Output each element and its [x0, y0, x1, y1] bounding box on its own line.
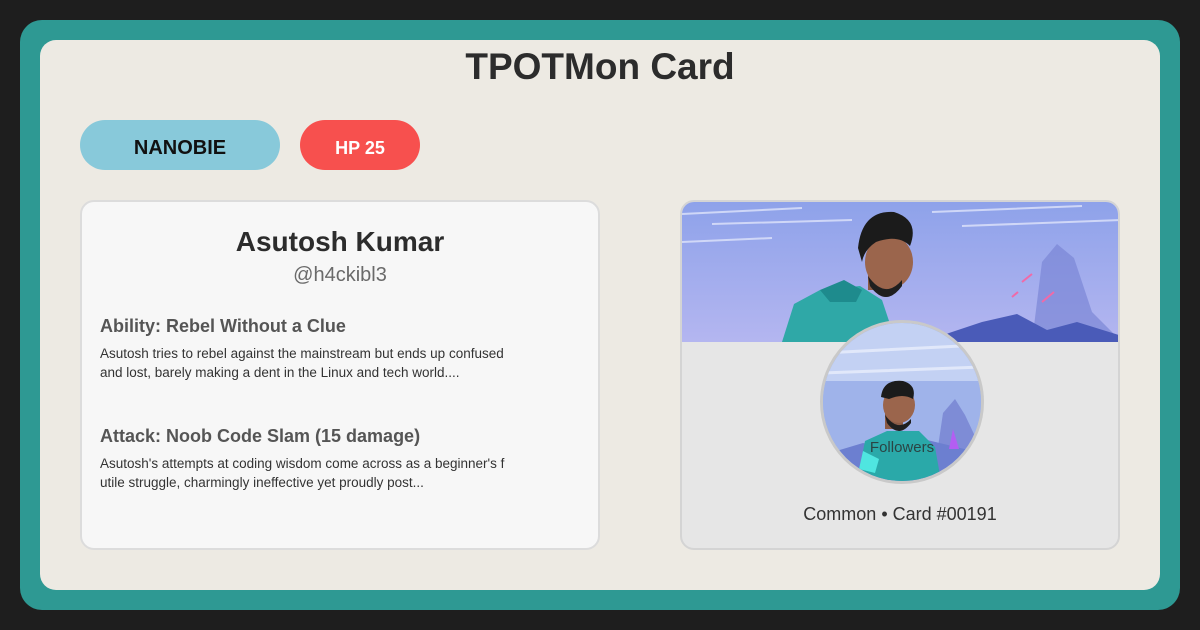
ability-description: Asutosh tries to rebel against the mains… — [100, 346, 504, 380]
page-title: TPOTMon Card — [465, 46, 735, 87]
profile-handle: @h4ckibl3 — [293, 264, 387, 286]
card-footer: Common • Card #00191 — [803, 504, 997, 524]
type-badge: NANOBIE — [80, 120, 280, 170]
art-panel: Followers Common • Card #00191 — [680, 200, 1120, 550]
attack-title: Attack: Noob Code Slam (15 damage) — [100, 426, 421, 446]
attack-description: Asutosh's attempts at coding wisdom come… — [100, 456, 505, 490]
hp-badge: HP 25 — [300, 120, 420, 170]
followers-overlay: Followers — [869, 439, 935, 456]
avatar: Followers — [820, 320, 984, 484]
profile-name: Asutosh Kumar — [235, 226, 445, 257]
ability-title: Ability: Rebel Without a Clue — [100, 316, 346, 336]
info-panel: Asutosh Kumar @h4ckibl3 Ability: Rebel W… — [80, 200, 600, 550]
avatar-illustration-icon — [823, 323, 981, 481]
